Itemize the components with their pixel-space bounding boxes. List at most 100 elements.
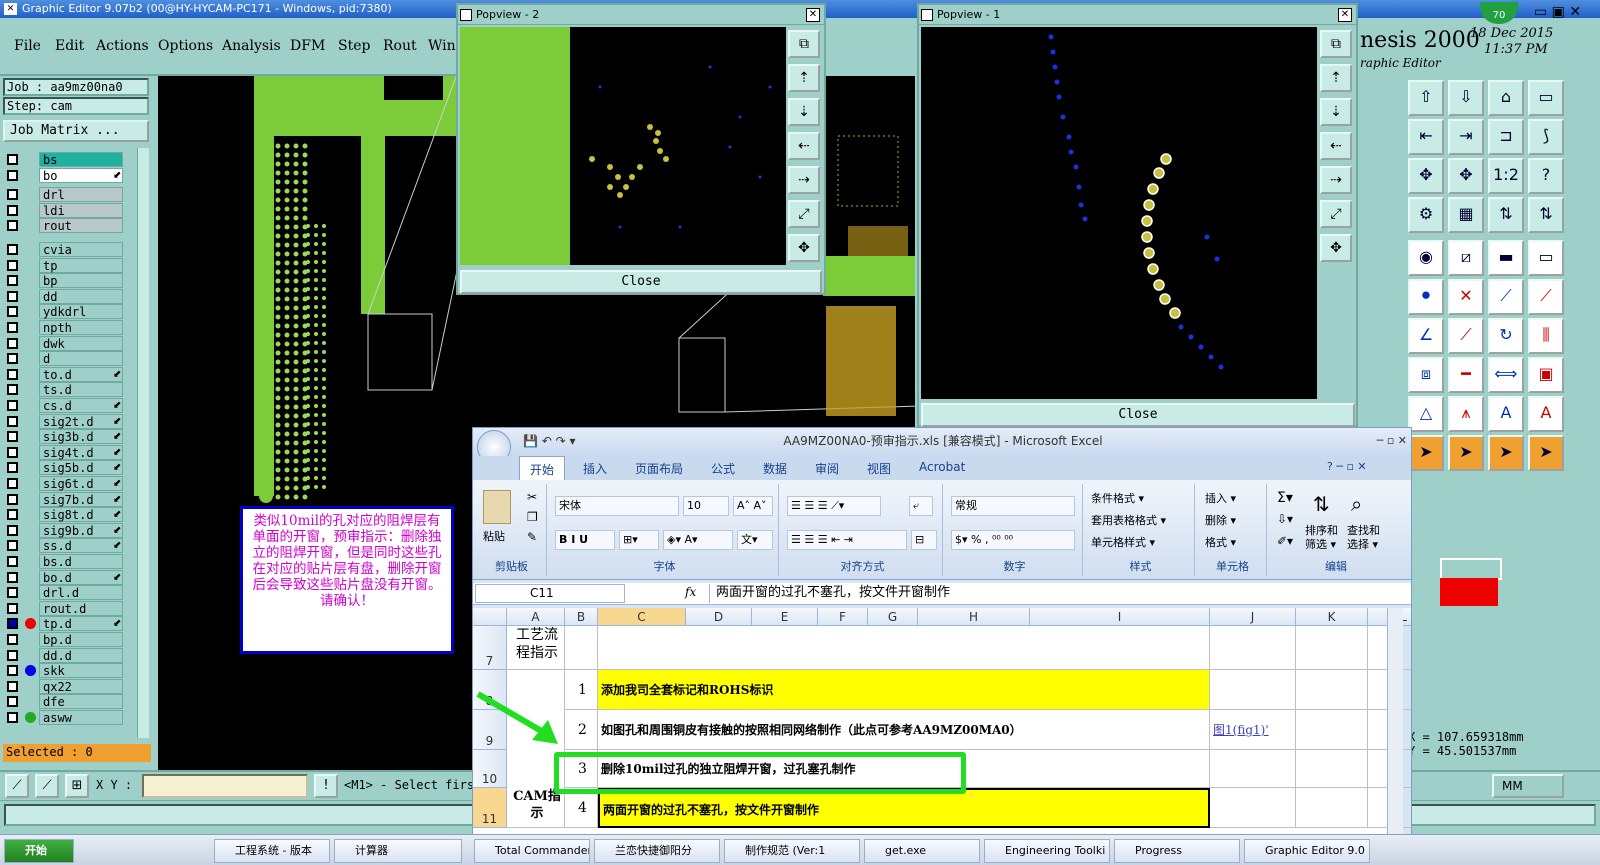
horizontal-align-icon[interactable]: ☰ ☰ ☰ ⇤ ⇥ (787, 530, 907, 550)
tab-review[interactable]: 审阅 (815, 460, 839, 477)
cell-j-link[interactable] (1210, 750, 1296, 788)
layer-checkbox[interactable] (7, 306, 18, 318)
menu-dfm[interactable]: DFM (290, 38, 325, 54)
find-select-button[interactable]: 查找和选择 ▾ (1347, 524, 1387, 552)
layer-row[interactable]: sig8t.d ⬋ (3, 507, 137, 523)
layer-row[interactable]: drl.d (3, 585, 137, 601)
home-icon[interactable]: ⌂ (1488, 80, 1524, 116)
nav-down-icon[interactable]: ⇩ (1448, 80, 1484, 116)
layer-row[interactable]: ss.d ⬋ (3, 538, 137, 554)
start-button[interactable]: 开始 (4, 839, 74, 863)
cell-j-link[interactable] (1210, 670, 1296, 710)
layer-name[interactable]: skk (39, 663, 123, 679)
cell-a[interactable]: CAM指示 (507, 788, 565, 828)
layer-name[interactable]: bp (39, 273, 123, 289)
layer-checkbox[interactable] (7, 322, 18, 333)
layer-name[interactable]: sig3b.d (39, 429, 123, 445)
cell-a[interactable]: 工艺流程指示 (507, 626, 565, 670)
column-header[interactable]: K (1296, 608, 1368, 626)
zoom-in-icon[interactable]: ⇡ (788, 64, 820, 92)
text-a-alt-icon[interactable]: A (1528, 396, 1564, 432)
layer-name[interactable]: qx22 (39, 678, 123, 694)
format-as-table-button[interactable]: 套用表格格式 ▾ (1091, 512, 1166, 528)
menu-options[interactable]: Options (158, 38, 213, 54)
layer-row[interactable]: bs (3, 152, 137, 167)
layer-checkbox[interactable] (7, 602, 18, 614)
pan-left-icon[interactable]: ⇠ (1320, 132, 1352, 160)
grid-icon[interactable]: ⊞ (65, 774, 89, 798)
taskbar-item[interactable]: Engineering Toolki (984, 839, 1110, 863)
center-icon[interactable]: ✥ (1448, 158, 1484, 194)
layer-name[interactable]: rout (39, 218, 123, 234)
select-all-corner[interactable] (473, 608, 507, 626)
layer-row[interactable]: bp (3, 273, 137, 289)
popview-2-view[interactable] (460, 27, 786, 265)
layer-icon[interactable]: ⧄ (1448, 240, 1484, 276)
layer-checkbox[interactable] (7, 154, 18, 165)
select-orange-icon[interactable]: ➤ (1448, 435, 1484, 471)
layer-checkbox[interactable] (7, 680, 18, 692)
select-multi-icon[interactable]: ➤ (1528, 435, 1564, 471)
tab-page-layout[interactable]: 页面布局 (635, 460, 683, 477)
layer-row[interactable]: sig2t.d ⬋ (3, 413, 137, 429)
menu-file[interactable]: File (14, 38, 41, 54)
column-header[interactable]: A (507, 608, 565, 626)
blocks-icon[interactable]: ▣ (1528, 357, 1564, 393)
layer-row[interactable]: dd (3, 288, 137, 304)
tab-insert[interactable]: 插入 (583, 460, 607, 477)
layer-row[interactable]: sig3b.d ⬋ (3, 429, 137, 445)
center-icon[interactable]: ✥ (1320, 234, 1352, 262)
segment-alt-icon[interactable]: ⟋ (1528, 279, 1564, 315)
layer-checkbox[interactable] (7, 368, 18, 380)
copy-icon[interactable]: ❐ (527, 510, 538, 524)
layer-row[interactable]: bp.d (3, 632, 137, 647)
layer-checkbox[interactable] (7, 524, 18, 536)
layer-row[interactable]: to.d ⬋ (3, 366, 137, 382)
layer-row[interactable]: drl (3, 187, 137, 203)
menu-rout[interactable]: Rout (383, 38, 417, 54)
vertical-scrollbar[interactable] (1387, 608, 1403, 864)
number-format-select[interactable]: 常规 (951, 496, 1075, 516)
ribbon-controls[interactable]: ? ─ ▫ ✕ (1327, 460, 1367, 473)
scale-icon[interactable]: 1:2 (1488, 158, 1524, 194)
layer-checkbox[interactable] (7, 556, 18, 567)
layer-name[interactable]: drl.d (39, 585, 123, 601)
font-size-select[interactable]: 10 (683, 496, 729, 516)
column-header[interactable]: G (868, 608, 918, 626)
fx-icon[interactable]: fx (685, 585, 696, 599)
layer-name[interactable]: npth (39, 320, 123, 335)
layer-name[interactable]: cs.d (39, 398, 123, 413)
layer-name[interactable]: dd (39, 288, 123, 304)
taskbar-item[interactable]: Progress (1114, 839, 1240, 863)
quick-access-toolbar[interactable]: 💾 ↶ ↷ ▾ (523, 428, 576, 454)
layer-name[interactable]: ldi (39, 202, 123, 218)
layer-checkbox[interactable] (7, 220, 18, 232)
xy-input[interactable] (142, 774, 308, 798)
cell-c-merged[interactable] (598, 626, 1210, 670)
delete-cells-button[interactable]: 删除 ▾ (1205, 512, 1236, 528)
zoom-box-icon[interactable]: ⊐ (1488, 119, 1524, 155)
close-icon[interactable]: ✕ (1338, 8, 1352, 22)
cell-c-merged[interactable]: 添加我司全套标记和ROHS标识 (598, 670, 1210, 710)
layer-checkbox[interactable] (7, 618, 18, 630)
column-header[interactable]: I (1030, 608, 1210, 626)
layer-row[interactable]: cs.d ⬋ (3, 398, 137, 413)
taskbar-item[interactable]: 制作规范 (Ver:1 (724, 839, 860, 863)
measure-icon[interactable]: ⟋ (5, 774, 29, 798)
column-header[interactable]: J (1210, 608, 1296, 626)
cell-j-link[interactable] (1210, 626, 1296, 670)
pad-icon[interactable]: ◉ (1408, 240, 1444, 276)
help-icon[interactable]: ? (1528, 158, 1564, 194)
alert-icon[interactable]: ! (314, 774, 338, 798)
taskbar-item[interactable]: Total Commander (474, 839, 590, 863)
layer-row[interactable]: rout.d (3, 600, 137, 616)
font-grow-shrink-icon[interactable]: A˄ A˅ (733, 496, 773, 516)
menu-analysis[interactable]: Analysis (222, 38, 281, 54)
layer-checkbox[interactable] (7, 259, 18, 271)
grid-icon[interactable]: ▦ (1448, 197, 1484, 233)
nav-up-icon[interactable]: ⇧ (1408, 80, 1444, 116)
layer-row[interactable]: cvia (3, 242, 137, 257)
layer-name[interactable]: sig4t.d (39, 444, 123, 460)
layer-row[interactable]: dwk (3, 335, 137, 351)
frame-icon[interactable]: ▭ (1528, 80, 1564, 116)
